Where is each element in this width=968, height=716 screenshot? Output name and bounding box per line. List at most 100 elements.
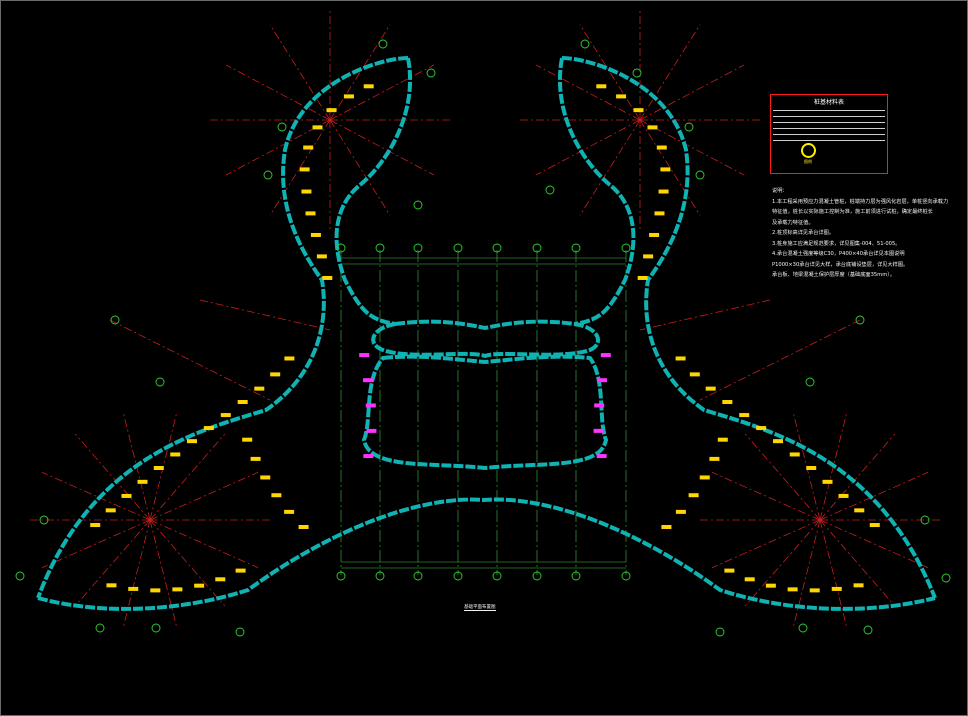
grid-bubble-icon <box>941 573 951 583</box>
grid-bubble-icon <box>263 170 273 180</box>
pile-icon <box>284 356 295 361</box>
axis-line <box>149 519 259 569</box>
pile-icon <box>854 508 865 513</box>
pile-icon <box>717 437 728 442</box>
pile-icon <box>326 108 337 113</box>
axis-line <box>792 519 821 628</box>
note-line: P1000×30承台详见大样，承台底铺设垫层，详见大样图。 <box>772 261 909 268</box>
pile-icon <box>744 577 755 582</box>
axis-line <box>225 64 331 121</box>
note-line: 特征值，桩长以实际施工控制为准，施工前须进行试桩，确定最终桩长 <box>772 209 933 215</box>
axis-line <box>711 471 821 521</box>
grid-bubble-icon <box>95 623 105 633</box>
pile-icon <box>312 125 323 130</box>
axis-line <box>744 433 821 521</box>
notes-heading: 说明： <box>772 188 788 194</box>
note-line: 及承载力特征值。 <box>772 219 814 226</box>
pile-icon <box>271 493 282 498</box>
pile-icon <box>310 232 321 237</box>
courtyard-wall <box>361 354 609 471</box>
special-pile-icon <box>363 454 374 459</box>
axis-line <box>74 519 151 607</box>
legend-rows <box>773 105 885 141</box>
special-pile-icon <box>596 454 607 459</box>
axis-line <box>329 119 435 176</box>
pile-icon <box>660 167 671 172</box>
grid-bubble-icon <box>277 122 287 132</box>
pile-icon <box>170 452 181 457</box>
pile-icon <box>722 400 733 405</box>
note-line: 4.承台混凝土强度等级C30，P400×40承台详见本图说明 <box>772 251 905 257</box>
pile-icon <box>705 386 716 391</box>
pile-icon <box>90 523 101 528</box>
special-pile-icon <box>365 403 376 408</box>
pile-icon <box>203 426 214 431</box>
grid-bubble-icon <box>695 170 705 180</box>
pile-icon <box>822 479 833 484</box>
axis-line <box>199 299 331 331</box>
left-petal-wall <box>36 56 409 599</box>
grid-bubble-icon <box>632 68 642 78</box>
special-pile-icon <box>600 353 611 358</box>
grid-bubble-icon <box>798 623 808 633</box>
pile-icon <box>756 426 767 431</box>
grid-bubble-icon <box>715 627 725 637</box>
pile-icon <box>661 525 672 530</box>
axis-line <box>639 24 701 121</box>
pile-icon <box>596 84 607 89</box>
axis-line <box>74 433 151 521</box>
axis-line <box>579 119 641 216</box>
pile-icon <box>637 275 648 280</box>
axis-line <box>744 519 821 607</box>
grid-bubble-icon <box>155 377 165 387</box>
pile-icon <box>150 588 161 593</box>
pile-icon <box>869 523 880 528</box>
plan-title: 基础平面布置图 <box>464 605 496 611</box>
grid-bubble-icon <box>580 39 590 49</box>
grid-bubble-icon <box>413 200 423 210</box>
pile-icon <box>121 493 132 498</box>
axis-line <box>819 519 848 628</box>
grid-bubble-icon <box>151 623 161 633</box>
special-pile-icon <box>594 403 605 408</box>
pile-icon <box>194 583 205 588</box>
pile-icon <box>789 452 800 457</box>
note-line: 承台板、地梁混凝土保护层厚度（基础底面35mm）。 <box>772 272 896 278</box>
pile-icon <box>616 94 627 99</box>
pile-icon <box>688 493 699 498</box>
pile-icon <box>765 583 776 588</box>
special-pile-icon <box>363 378 374 383</box>
grid-lines <box>340 250 627 575</box>
pile-icon <box>284 509 295 514</box>
axis-line <box>535 64 641 121</box>
design-notes: 说明： 1.本工程采用预应力混凝土管桩，桩端持力层为强风化岩层，单桩竖向承载力 … <box>772 186 948 281</box>
pile-icon <box>838 493 849 498</box>
pile-icon <box>675 356 686 361</box>
axis-line <box>109 319 271 401</box>
pile-icon <box>303 145 314 150</box>
axis-line <box>269 24 331 121</box>
upper-bridge-wall <box>371 319 600 359</box>
pile-icon <box>235 568 246 573</box>
pile-icon <box>806 466 817 471</box>
grid-bubble-icon <box>545 185 555 195</box>
axis-line <box>819 471 929 521</box>
pile-icon <box>215 577 226 582</box>
grid-bubble-icon <box>805 377 815 387</box>
pile-icon <box>633 108 644 113</box>
pile-icon <box>322 275 333 280</box>
grid-bubble-icon <box>426 68 436 78</box>
axis-line <box>149 471 259 521</box>
pile-icon <box>105 508 116 513</box>
axis-line <box>149 519 226 607</box>
pile-icon <box>260 475 271 480</box>
pile-icon <box>656 145 667 150</box>
pile-icon <box>128 586 139 591</box>
pile-icon <box>649 232 660 237</box>
axis-line <box>41 519 151 569</box>
pile-icon <box>106 583 117 588</box>
pile-icon <box>299 167 310 172</box>
pile-icon <box>363 84 374 89</box>
pile-icon <box>254 386 265 391</box>
pile-icon <box>220 413 231 418</box>
